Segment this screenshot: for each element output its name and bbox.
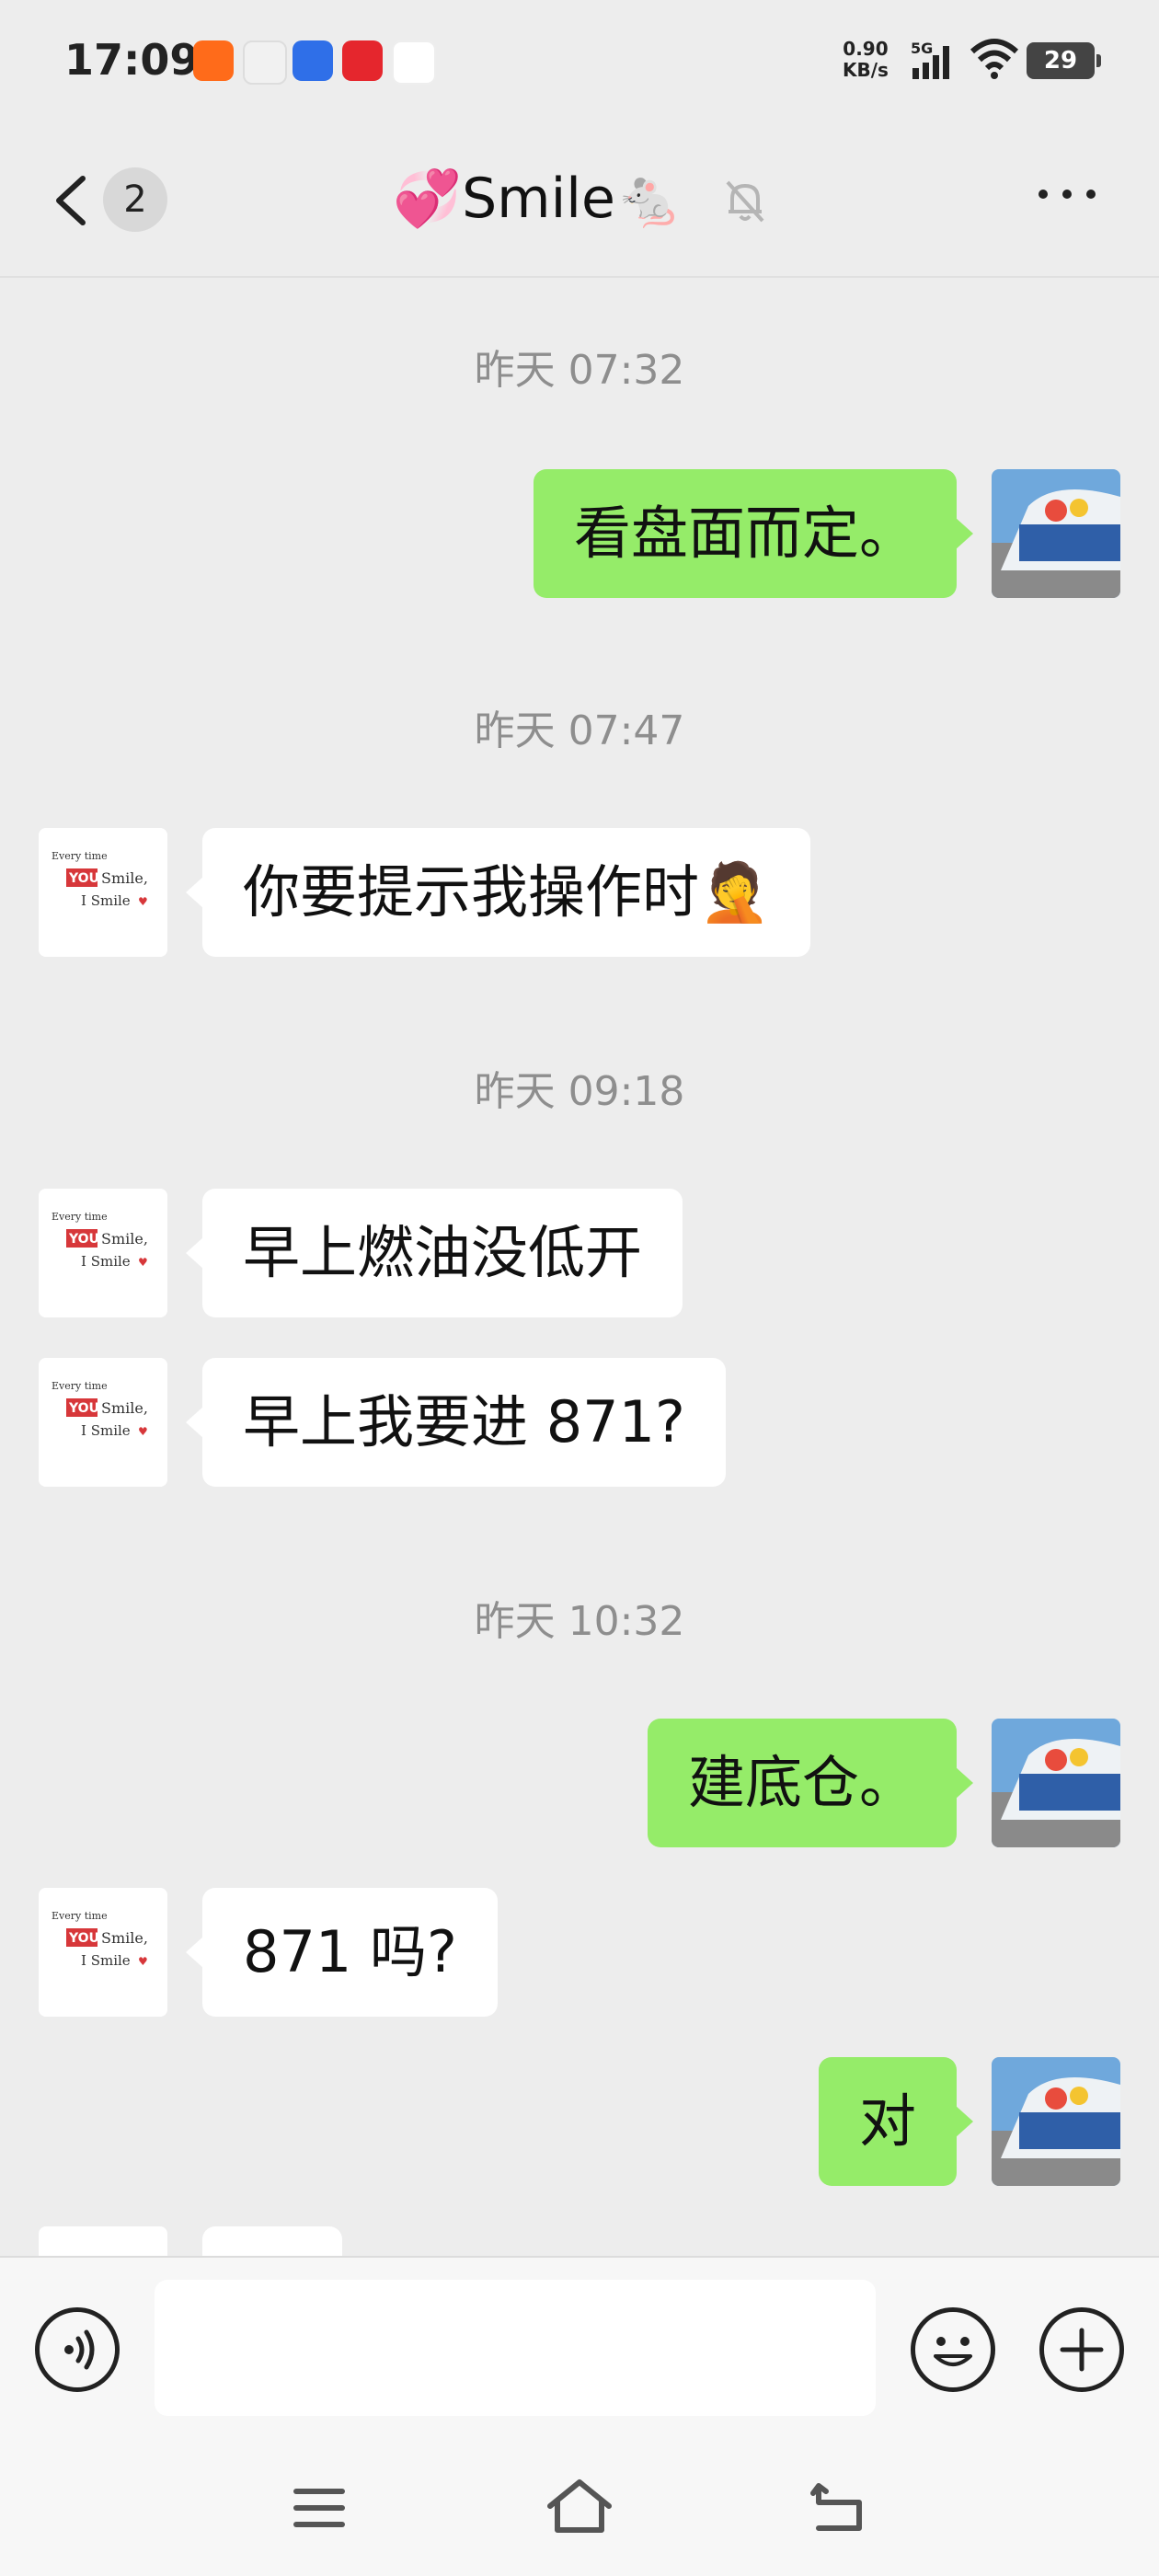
avatar-text-line2: YOU <box>68 1401 99 1416</box>
message-input[interactable] <box>155 2280 876 2416</box>
network-speed: 0.90 KB/s <box>843 39 889 81</box>
chat-title-text: 💞Smile🐁 <box>393 167 684 231</box>
network-speed-unit: KB/s <box>843 59 889 81</box>
network-speed-value: 0.90 <box>843 38 889 60</box>
message-bubble-self[interactable]: 看盘面而定。 <box>533 469 974 598</box>
voice-input-button[interactable] <box>35 2307 120 2392</box>
avatar-other[interactable]: Every time YOU Smile, I Smile ♥ <box>39 1189 167 1317</box>
avatar-text-line1: Every time <box>52 1910 108 1922</box>
emoji-button[interactable] <box>911 2307 995 2392</box>
avatar-text-line2: YOU <box>68 1931 99 1946</box>
svg-text:♥: ♥ <box>138 895 148 908</box>
avatar-other[interactable]: Every time YOU Smile, I Smile ♥ <box>39 1358 167 1487</box>
status-bar: 17:09 0.90 KB/s 5G 29 <box>0 0 1159 129</box>
message-bubble-other[interactable]: 871 吗? <box>186 1888 498 2017</box>
avatar-text-line3: Smile, <box>101 869 148 887</box>
status-time: 17:09 <box>64 35 200 85</box>
muted-bell-icon <box>726 181 764 223</box>
avatar-text-line3: Smile, <box>101 1230 148 1248</box>
plus-icon <box>1060 2328 1104 2372</box>
avatar-text-line1: Every time <box>52 1211 108 1223</box>
voice-wave-icon <box>64 2329 95 2370</box>
avatar-other-partial <box>39 2226 167 2258</box>
avatar-text-line3: Smile, <box>101 1399 148 1417</box>
avatar-text-line4: I Smile <box>81 1422 131 1439</box>
timestamp: 昨天 07:32 <box>474 347 685 394</box>
svg-text:♥: ♥ <box>138 1256 148 1269</box>
avatar-text-line1: Every time <box>52 850 108 862</box>
map-app-icon <box>243 40 287 85</box>
avatar-text-line4: I Smile <box>81 892 131 909</box>
avatar-self[interactable] <box>992 469 1120 598</box>
avatar-text-line4: I Smile <box>81 1253 131 1270</box>
message-bubble-self[interactable]: 对 <box>818 2057 974 2186</box>
message-bubble-other[interactable]: 早上燃油没低开 <box>185 1189 683 1317</box>
network-type-label: 5G <box>911 40 933 57</box>
svg-text:♥: ♥ <box>138 1425 148 1438</box>
message-bubble-other[interactable]: 早上我要进 871? <box>186 1358 726 1487</box>
avatar-text-line2: YOU <box>68 871 99 886</box>
timestamp: 昨天 09:18 <box>474 1068 685 1115</box>
svg-text:♥: ♥ <box>138 1955 148 1968</box>
battery-indicator: 29 <box>1027 42 1101 79</box>
avatar-other-image: Every time YOU Smile, I Smile ♥ <box>39 1888 167 2017</box>
wifi-icon <box>970 39 1019 79</box>
smiley-icon <box>934 2337 972 2366</box>
avatar-self[interactable] <box>992 2057 1120 2186</box>
baidu-app-icon <box>293 40 333 81</box>
avatar-self-image <box>992 469 1120 598</box>
back-icon[interactable] <box>809 2480 868 2536</box>
more-functions-button[interactable] <box>1039 2307 1124 2392</box>
avatar-other-image: Every time YOU Smile, I Smile ♥ <box>39 1358 167 1487</box>
avatar-text-line3: Smile, <box>101 1929 148 1947</box>
avatar-other[interactable]: Every time YOU Smile, I Smile ♥ <box>39 828 167 957</box>
avatar-self-image <box>992 1719 1120 1847</box>
avatar-other-image: Every time YOU Smile, I Smile ♥ <box>39 1189 167 1317</box>
message-bubble-other[interactable]: 你要提示我操作时🤦 <box>185 828 811 957</box>
finance-app-icon <box>392 40 436 85</box>
more-options-icon[interactable] <box>1030 180 1104 208</box>
message-bubble-other-partial <box>202 2226 342 2258</box>
home-icon[interactable] <box>545 2477 614 2537</box>
message-bubble-self[interactable]: 建底仓。 <box>647 1719 974 1847</box>
avatar-text-line2: YOU <box>68 1232 99 1247</box>
avatar-other[interactable]: Every time YOU Smile, I Smile ♥ <box>39 1888 167 2017</box>
timestamp: 昨天 07:47 <box>474 707 685 754</box>
red-app-icon <box>342 40 383 81</box>
avatar-self-image <box>992 2057 1120 2186</box>
timestamp: 昨天 10:32 <box>474 1598 685 1645</box>
avatar-self[interactable] <box>992 1719 1120 1847</box>
avatar-other-image: Every time YOU Smile, I Smile ♥ <box>39 828 167 957</box>
avatar-text-line4: I Smile <box>81 1952 131 1969</box>
menu-icon[interactable] <box>291 2484 348 2532</box>
chat-title[interactable]: 💞Smile🐁 <box>0 166 1159 231</box>
notification-app-icon <box>193 40 234 81</box>
avatar-text-line1: Every time <box>52 1380 108 1392</box>
signal-5g-icon: 5G <box>911 40 949 79</box>
